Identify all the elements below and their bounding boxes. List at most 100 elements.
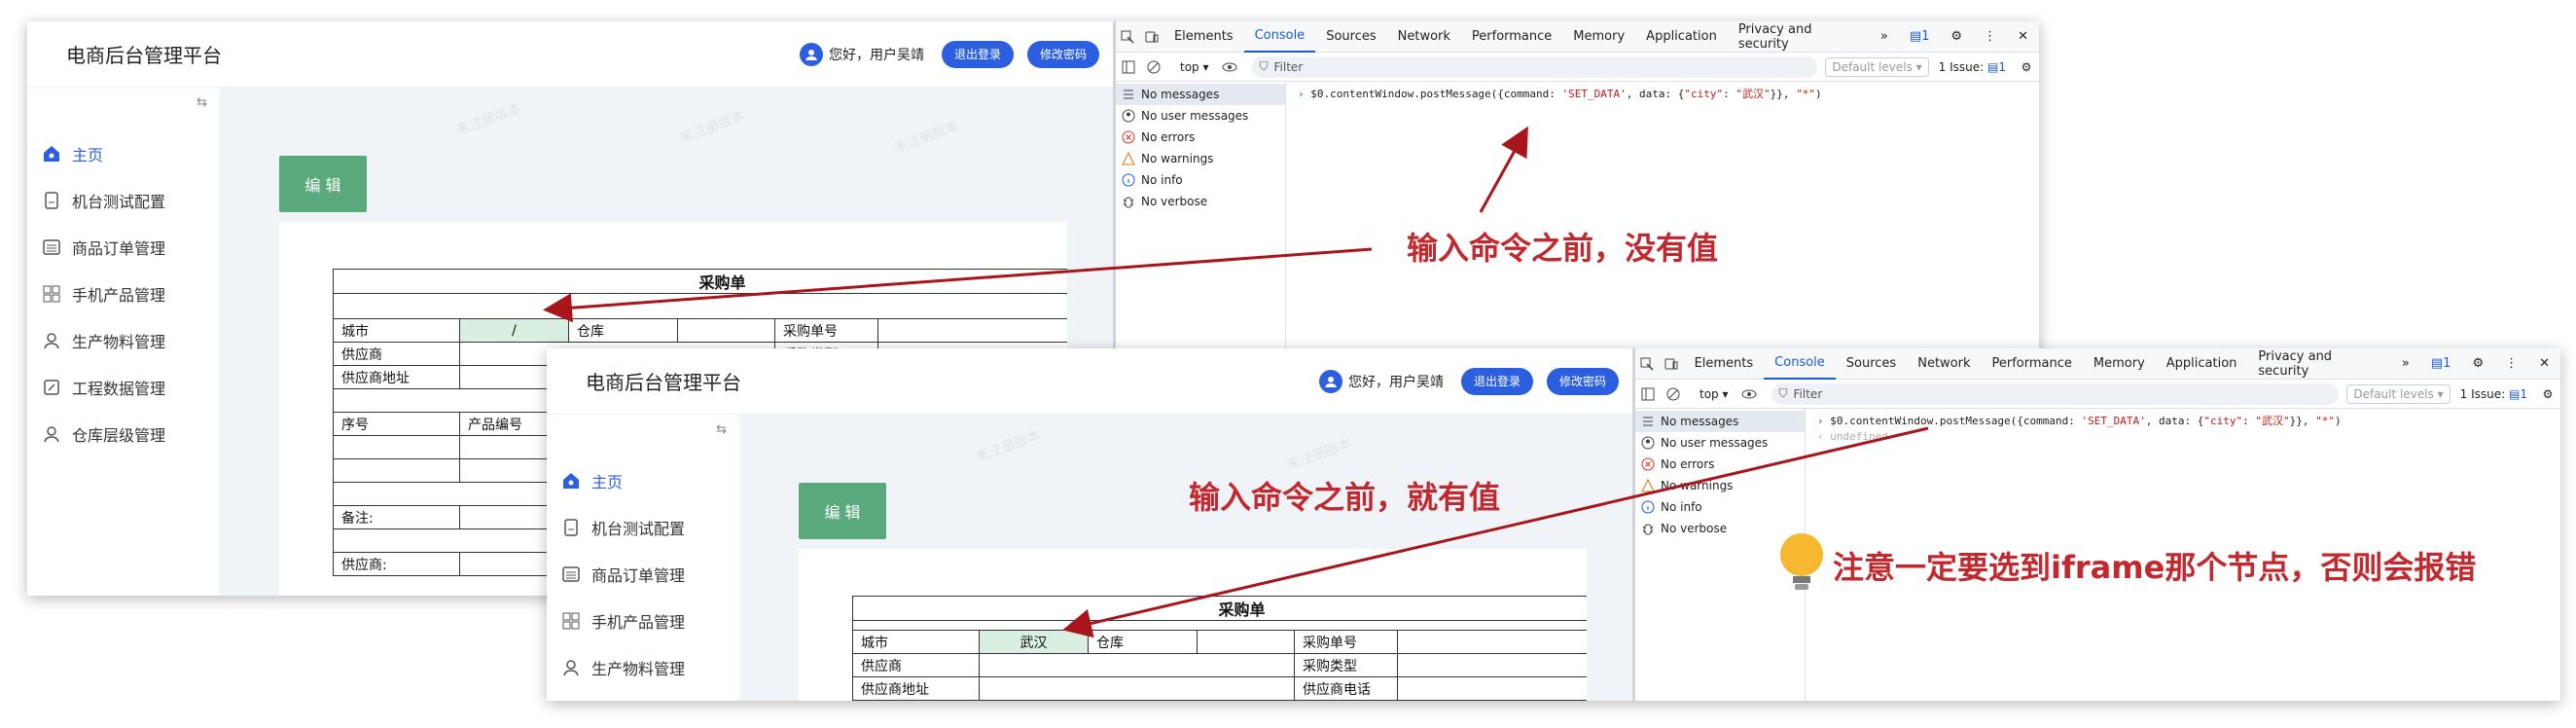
sidebar-item-phones[interactable]: 手机产品管理: [41, 280, 165, 308]
sidebar-item-warehouse[interactable]: 仓库层级管理: [41, 420, 165, 448]
kebab-menu-icon[interactable]: ⋮: [2494, 348, 2528, 380]
sidebar-item-engineering[interactable]: 工程数据管理: [41, 374, 165, 401]
context-select[interactable]: top ▾: [1180, 60, 1209, 74]
device-toolbar-icon[interactable]: [1139, 21, 1163, 53]
issues-badge[interactable]: ▤ 1: [1899, 21, 1941, 53]
device-toolbar-icon[interactable]: [1660, 348, 1684, 380]
tab-application[interactable]: Application: [2156, 348, 2248, 380]
issue-count-label: 1 Issue:: [2459, 386, 2506, 401]
sidebar-item-materials[interactable]: 生产物料管理: [41, 327, 165, 354]
sidebar-toggle-icon[interactable]: [1116, 52, 1141, 83]
supplier-field[interactable]: [979, 653, 1295, 677]
tab-memory[interactable]: Memory: [2083, 348, 2156, 380]
more-tabs-icon[interactable]: »: [1870, 21, 1899, 53]
sidebar-item-orders[interactable]: 商品订单管理: [560, 561, 685, 588]
console-command: › $0.contentWindow.postMessage({command:…: [1298, 88, 1822, 100]
collapse-icon[interactable]: ⇆: [197, 95, 207, 110]
eye-icon[interactable]: [1217, 52, 1242, 83]
tab-console[interactable]: Console: [1764, 348, 1836, 380]
city-field[interactable]: /: [459, 318, 569, 343]
form-title: 采购单: [851, 596, 1587, 621]
kebab-menu-icon[interactable]: ⋮: [1973, 21, 2007, 53]
tab-privacy[interactable]: Privacy and security: [2247, 348, 2391, 380]
context-select[interactable]: top ▾: [1699, 387, 1729, 401]
eye-icon[interactable]: [1736, 379, 1762, 410]
grid-icon: [41, 283, 62, 305]
po-type-field[interactable]: [1396, 653, 1587, 677]
warehouse-field[interactable]: [677, 318, 775, 343]
console-settings-icon[interactable]: ⚙: [2014, 52, 2039, 83]
sidebar-item-warnings[interactable]: No warnings: [1635, 475, 1805, 496]
console-settings-icon[interactable]: ⚙: [2535, 379, 2560, 410]
sidebar-item-info[interactable]: No info: [1635, 496, 1805, 518]
sidebar-item-machine-test[interactable]: 机台测试配置: [41, 187, 165, 214]
sidebar-item-info[interactable]: No info: [1116, 169, 1285, 191]
settings-icon[interactable]: ⚙: [1940, 21, 1973, 53]
sidebar-item-user-messages[interactable]: No user messages: [1116, 105, 1285, 127]
tab-privacy[interactable]: Privacy and security: [1728, 21, 1870, 53]
sidebar-toggle-icon[interactable]: [1635, 379, 1661, 410]
sidebar-item-orders[interactable]: 商品订单管理: [41, 234, 165, 261]
city-field[interactable]: 武汉: [979, 630, 1089, 654]
tab-network[interactable]: Network: [1387, 21, 1461, 53]
user-icon: [41, 423, 62, 445]
sidebar-item-errors[interactable]: No errors: [1635, 454, 1805, 475]
issues-badge[interactable]: ▤ 1: [2420, 348, 2462, 380]
sidebar: ⇆ 主页 机台测试配置 商品订单管理 手机产品管理 生产物料管理 工程数据管理: [547, 415, 739, 701]
settings-icon[interactable]: ⚙: [2461, 348, 2494, 380]
edit-button[interactable]: 编 辑: [799, 483, 886, 539]
issue-count[interactable]: 1 Issue: ▤1: [1939, 60, 2006, 74]
sidebar-item-label: 主页: [591, 473, 624, 491]
levels-select[interactable]: Default levels ▾: [1825, 56, 1929, 77]
user-icon: [41, 330, 62, 351]
clear-console-icon[interactable]: [1141, 52, 1166, 83]
sidebar-item-errors[interactable]: No errors: [1116, 127, 1285, 148]
po-number-label: 采购单号: [1294, 630, 1398, 654]
tab-elements[interactable]: Elements: [1684, 348, 1765, 380]
more-tabs-icon[interactable]: »: [2391, 348, 2420, 380]
edit-button[interactable]: 编 辑: [279, 156, 367, 212]
tab-application[interactable]: Application: [1635, 21, 1728, 53]
close-icon[interactable]: ✕: [2528, 348, 2560, 380]
sidebar-item-messages[interactable]: No messages: [1635, 411, 1805, 432]
close-icon[interactable]: ✕: [2007, 21, 2039, 53]
sidebar-item-machine-test[interactable]: 机台测试配置: [560, 514, 685, 541]
tab-console[interactable]: Console: [1243, 21, 1316, 53]
sidebar-item-phones[interactable]: 手机产品管理: [560, 607, 685, 635]
sidebar-item-verbose[interactable]: No verbose: [1116, 191, 1285, 212]
supplier-addr-field[interactable]: [979, 676, 1295, 701]
sidebar-item-materials[interactable]: 生产物料管理: [560, 654, 685, 681]
sidebar-item-user-messages[interactable]: No user messages: [1635, 432, 1805, 454]
warehouse-label: 仓库: [1088, 630, 1198, 654]
sidebar-item-home[interactable]: 主页: [560, 467, 623, 494]
clear-console-icon[interactable]: [1661, 379, 1686, 410]
tab-network[interactable]: Network: [1907, 348, 1981, 380]
inspect-icon[interactable]: [1116, 21, 1139, 53]
collapse-icon[interactable]: ⇆: [716, 422, 727, 437]
logout-button[interactable]: 退出登录: [1460, 367, 1533, 395]
sidebar-item-home[interactable]: 主页: [41, 140, 103, 167]
supplier-phone-field[interactable]: [1396, 676, 1587, 701]
inspect-icon[interactable]: [1635, 348, 1660, 380]
cmd-prefix: $0.contentWindow.postMessage({command:: [1830, 415, 2082, 427]
po-number-field[interactable]: [1396, 630, 1587, 654]
tab-performance[interactable]: Performance: [1461, 21, 1562, 53]
po-number-field[interactable]: [877, 318, 1067, 343]
issue-count[interactable]: 1 Issue: ▤1: [2460, 387, 2527, 401]
tab-memory[interactable]: Memory: [1562, 21, 1635, 53]
tab-sources[interactable]: Sources: [1315, 21, 1386, 53]
change-password-button[interactable]: 修改密码: [1026, 40, 1099, 68]
sidebar-item-warnings[interactable]: No warnings: [1116, 148, 1285, 169]
filter-input[interactable]: ⛉ Filter: [1771, 382, 2340, 405]
tab-elements[interactable]: Elements: [1163, 21, 1244, 53]
tab-performance[interactable]: Performance: [1982, 348, 2083, 380]
sidebar-item-label: No user messages: [1141, 109, 1249, 123]
warehouse-field[interactable]: [1197, 630, 1295, 654]
levels-select[interactable]: Default levels ▾: [2346, 383, 2451, 404]
filter-input[interactable]: ⛉ Filter: [1251, 55, 1818, 78]
tab-sources[interactable]: Sources: [1836, 348, 1907, 380]
lightbulb-icon: [1776, 531, 1827, 596]
logout-button[interactable]: 退出登录: [941, 40, 1014, 68]
change-password-button[interactable]: 修改密码: [1546, 367, 1619, 395]
sidebar-item-messages[interactable]: No messages: [1116, 84, 1285, 105]
